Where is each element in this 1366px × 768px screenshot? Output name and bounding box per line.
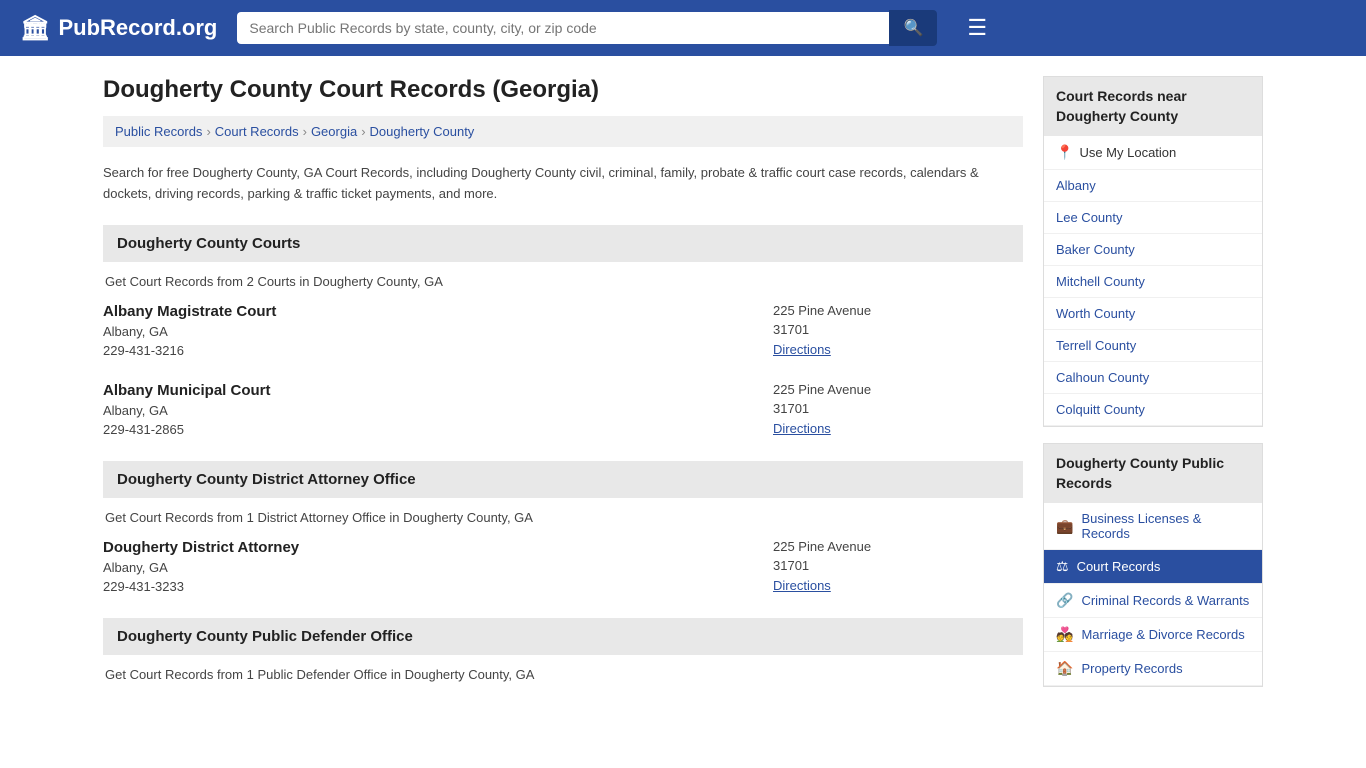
sidebar-item-colquitt-county[interactable]: Colquitt County	[1044, 394, 1262, 426]
search-button[interactable]: 🔍	[889, 10, 937, 46]
breadcrumb-georgia[interactable]: Georgia	[311, 124, 357, 139]
chain-icon: 🔗	[1056, 592, 1073, 609]
main-content: Dougherty County Court Records (Georgia)…	[103, 76, 1023, 703]
briefcase-icon: 💼	[1056, 518, 1073, 535]
sidebar-pub-property-records[interactable]: 🏠 Property Records	[1044, 652, 1262, 686]
pub-criminal-label: Criminal Records & Warrants	[1081, 593, 1249, 608]
directions-link-magistrate[interactable]: Directions	[773, 342, 831, 357]
directions-link-da[interactable]: Directions	[773, 578, 831, 593]
sidebar-pub-criminal-records[interactable]: 🔗 Criminal Records & Warrants	[1044, 584, 1262, 618]
pub-property-label: Property Records	[1081, 661, 1182, 676]
court-phone-magistrate: 229-431-3216	[103, 343, 773, 358]
court-phone-da: 229-431-3233	[103, 579, 773, 594]
logo-text: PubRecord.org	[58, 15, 217, 41]
section-courts-desc: Get Court Records from 2 Courts in Dough…	[103, 274, 1023, 289]
rings-icon: 💑	[1056, 626, 1073, 643]
sidebar-item-baker-county-label: Baker County	[1056, 242, 1135, 257]
court-name-da: Dougherty District Attorney	[103, 539, 773, 556]
section-public-defender: Dougherty County Public Defender Office …	[103, 618, 1023, 682]
house-icon: 🏠	[1056, 660, 1073, 677]
sidebar-item-calhoun-county[interactable]: Calhoun County	[1044, 362, 1262, 394]
court-entry-magistrate: Albany Magistrate Court Albany, GA 229-4…	[103, 303, 1023, 358]
court-address-municipal: 225 Pine Avenue	[773, 382, 1023, 397]
breadcrumb-dougherty-county[interactable]: Dougherty County	[370, 124, 475, 139]
main-container: Dougherty County Court Records (Georgia)…	[83, 56, 1283, 723]
sidebar-pub-records-title: Dougherty County Public Records	[1044, 444, 1262, 503]
search-icon: 🔍	[903, 20, 923, 37]
sidebar-item-colquitt-county-label: Colquitt County	[1056, 402, 1145, 417]
court-name-municipal: Albany Municipal Court	[103, 382, 773, 399]
sidebar-item-baker-county[interactable]: Baker County	[1044, 234, 1262, 266]
section-pd-header: Dougherty County Public Defender Office	[103, 618, 1023, 655]
court-city-da: Albany, GA	[103, 560, 773, 575]
sidebar-pub-records-box: Dougherty County Public Records 💼 Busine…	[1043, 443, 1263, 687]
balance-icon: ⚖	[1056, 558, 1069, 575]
pub-marriage-label: Marriage & Divorce Records	[1081, 627, 1244, 642]
court-zip-da: 31701	[773, 558, 1023, 573]
breadcrumb-public-records[interactable]: Public Records	[115, 124, 202, 139]
sidebar: Court Records nearDougherty County 📍 Use…	[1043, 76, 1263, 703]
section-da-desc: Get Court Records from 1 District Attorn…	[103, 510, 1023, 525]
court-name-magistrate: Albany Magistrate Court	[103, 303, 773, 320]
court-entry-municipal: Albany Municipal Court Albany, GA 229-43…	[103, 382, 1023, 437]
search-input[interactable]	[237, 12, 889, 44]
sidebar-item-worth-county-label: Worth County	[1056, 306, 1135, 321]
sidebar-item-albany-label: Albany	[1056, 178, 1096, 193]
sidebar-item-albany[interactable]: Albany	[1044, 170, 1262, 202]
court-address-da: 225 Pine Avenue	[773, 539, 1023, 554]
location-icon: 📍	[1056, 144, 1073, 161]
sidebar-pub-business-licenses[interactable]: 💼 Business Licenses & Records	[1044, 503, 1262, 550]
court-city-magistrate: Albany, GA	[103, 324, 773, 339]
pub-business-label: Business Licenses & Records	[1081, 511, 1250, 541]
section-courts-header: Dougherty County Courts	[103, 225, 1023, 262]
directions-link-municipal[interactable]: Directions	[773, 421, 831, 436]
sidebar-item-mitchell-county[interactable]: Mitchell County	[1044, 266, 1262, 298]
site-logo[interactable]: 🏛 PubRecord.org	[20, 14, 217, 43]
section-pd-desc: Get Court Records from 1 Public Defender…	[103, 667, 1023, 682]
sidebar-item-terrell-county[interactable]: Terrell County	[1044, 330, 1262, 362]
sidebar-use-location[interactable]: 📍 Use My Location	[1044, 136, 1262, 170]
pub-court-label: Court Records	[1077, 559, 1161, 574]
menu-button[interactable]: ☰	[967, 15, 987, 41]
sidebar-item-calhoun-county-label: Calhoun County	[1056, 370, 1149, 385]
search-container: 🔍	[237, 10, 937, 46]
sidebar-nearby-box: Court Records nearDougherty County 📍 Use…	[1043, 76, 1263, 427]
site-header: 🏛 PubRecord.org 🔍 ☰	[0, 0, 1366, 56]
sidebar-item-lee-county-label: Lee County	[1056, 210, 1123, 225]
court-phone-municipal: 229-431-2865	[103, 422, 773, 437]
menu-icon: ☰	[967, 15, 987, 40]
court-entry-da: Dougherty District Attorney Albany, GA 2…	[103, 539, 1023, 594]
page-title: Dougherty County Court Records (Georgia)	[103, 76, 1023, 104]
sidebar-item-worth-county[interactable]: Worth County	[1044, 298, 1262, 330]
section-district-attorney: Dougherty County District Attorney Offic…	[103, 461, 1023, 594]
sidebar-item-lee-county[interactable]: Lee County	[1044, 202, 1262, 234]
sidebar-item-terrell-county-label: Terrell County	[1056, 338, 1136, 353]
use-location-label: Use My Location	[1079, 145, 1176, 160]
court-city-municipal: Albany, GA	[103, 403, 773, 418]
breadcrumb-court-records[interactable]: Court Records	[215, 124, 299, 139]
section-da-header: Dougherty County District Attorney Offic…	[103, 461, 1023, 498]
page-description: Search for free Dougherty County, GA Cou…	[103, 163, 1023, 205]
court-zip-magistrate: 31701	[773, 322, 1023, 337]
sidebar-nearby-title: Court Records nearDougherty County	[1044, 77, 1262, 136]
sidebar-pub-marriage-records[interactable]: 💑 Marriage & Divorce Records	[1044, 618, 1262, 652]
sidebar-item-mitchell-county-label: Mitchell County	[1056, 274, 1145, 289]
court-zip-municipal: 31701	[773, 401, 1023, 416]
court-address-magistrate: 225 Pine Avenue	[773, 303, 1023, 318]
breadcrumb: Public Records › Court Records › Georgia…	[103, 116, 1023, 147]
logo-icon: 🏛	[20, 14, 50, 43]
section-courts: Dougherty County Courts Get Court Record…	[103, 225, 1023, 437]
sidebar-pub-court-records[interactable]: ⚖ Court Records	[1044, 550, 1262, 584]
